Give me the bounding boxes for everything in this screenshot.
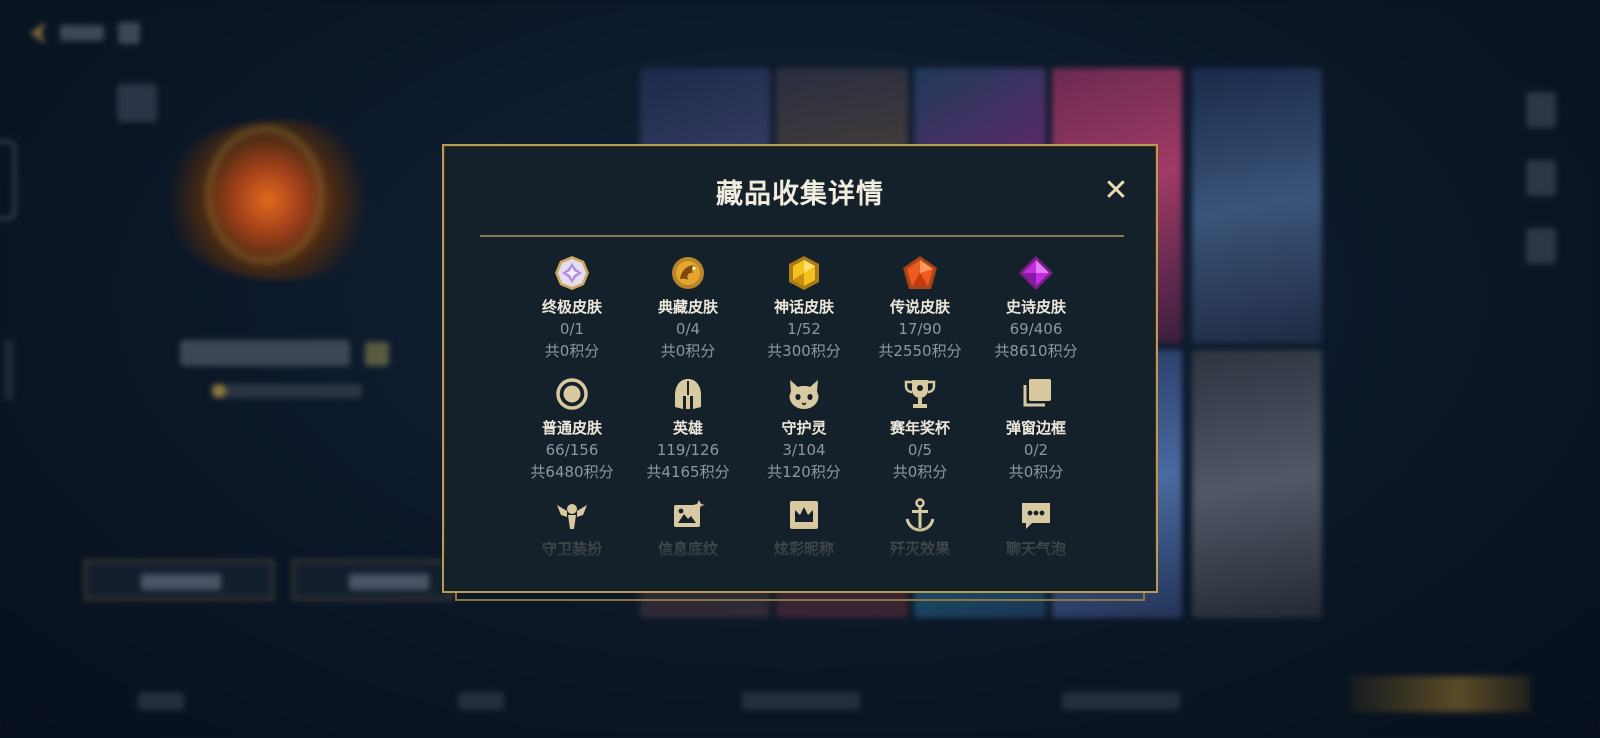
collection-item-popup-frame[interactable]: 弹窗边框 0/2 共0积分 <box>978 375 1094 482</box>
collection-item-ultimate-skin[interactable]: 终极皮肤 0/1 共0积分 <box>514 254 630 361</box>
season-trophy-icon <box>901 375 939 413</box>
item-count: 3/104 <box>782 441 826 459</box>
collection-item-colorful-nickname[interactable]: 炫彩昵称 <box>746 496 862 559</box>
ward-skin-icon <box>553 496 591 534</box>
chat-bubble-icon <box>1017 496 1055 534</box>
popup-frame-icon <box>1017 375 1055 413</box>
item-label: 传说皮肤 <box>889 298 950 316</box>
background-subtitle <box>212 384 362 398</box>
ultimate-skin-gem-icon <box>553 254 591 292</box>
collection-item-season-trophy[interactable]: 赛年奖杯 0/5 共0积分 <box>862 375 978 482</box>
background-topbar <box>30 18 170 48</box>
collection-grid: 终极皮肤 0/1 共0积分 典藏皮肤 0/4 共0积分 神话皮肤 1/52 共3… <box>514 254 1094 559</box>
collection-item-normal-skin[interactable]: 普通皮肤 66/156 共6480积分 <box>514 375 630 482</box>
collection-item-ace-effect[interactable]: 歼灭效果 <box>862 496 978 559</box>
item-count: 66/156 <box>545 441 599 459</box>
background-button-left <box>84 560 274 600</box>
item-points: 共6480积分 <box>530 463 614 481</box>
info-card-icon <box>669 496 707 534</box>
item-points: 共2550积分 <box>878 342 962 360</box>
item-points: 共0积分 <box>660 342 716 360</box>
collection-item-info-card[interactable]: 信息底纹 <box>630 496 746 559</box>
item-label: 终极皮肤 <box>541 298 602 316</box>
legendary-skin-gem-icon <box>901 254 939 292</box>
background-right-icon-1 <box>1526 92 1556 128</box>
background-name-badge <box>365 342 389 366</box>
back-arrow-icon <box>30 22 46 44</box>
item-count: 119/126 <box>656 441 720 459</box>
title-divider <box>480 235 1124 237</box>
item-label: 赛年奖杯 <box>889 419 950 437</box>
item-count: 17/90 <box>898 320 942 338</box>
collection-item-ward-skin[interactable]: 守卫装扮 <box>514 496 630 559</box>
background-bottom-tab-2 <box>458 692 504 710</box>
item-label: 聊天气泡 <box>1005 540 1066 558</box>
item-points: 共300积分 <box>767 342 841 360</box>
item-label: 神话皮肤 <box>773 298 834 316</box>
background-bottom-tab-4 <box>1062 692 1180 710</box>
background-vertical-text <box>4 340 14 400</box>
collection-item-chat-bubble[interactable]: 聊天气泡 <box>978 496 1094 559</box>
item-points: 共8610积分 <box>994 342 1078 360</box>
item-count: 69/406 <box>1009 320 1063 338</box>
collection-item-mythic-skin[interactable]: 神话皮肤 1/52 共300积分 <box>746 254 862 361</box>
background-emblem-frame <box>205 125 325 265</box>
item-label: 炫彩昵称 <box>773 540 834 558</box>
collection-item-guardian[interactable]: 守护灵 3/104 共120积分 <box>746 375 862 482</box>
item-label: 典藏皮肤 <box>657 298 718 316</box>
item-label: 守护灵 <box>781 419 827 437</box>
guardian-pet-icon <box>785 375 823 413</box>
item-points: 共0积分 <box>892 463 948 481</box>
item-points: 共120积分 <box>767 463 841 481</box>
background-bottom-tab-1 <box>138 692 184 710</box>
item-points: 共0积分 <box>1008 463 1064 481</box>
item-label: 普通皮肤 <box>541 419 602 437</box>
item-label: 歼灭效果 <box>889 540 950 558</box>
item-count: 0/1 <box>559 320 585 338</box>
normal-skin-circle-icon <box>553 375 591 413</box>
home-icon <box>118 22 140 44</box>
background-bottom-gold-button <box>1350 676 1530 712</box>
collection-item-hero[interactable]: 英雄 119/126 共4165积分 <box>630 375 746 482</box>
item-label: 信息底纹 <box>657 540 718 558</box>
background-side-frame <box>0 140 16 220</box>
background-small-icon <box>117 84 157 122</box>
colorful-nickname-icon <box>785 496 823 534</box>
background-right-icon-3 <box>1526 228 1556 264</box>
background-subtitle-dot <box>212 384 226 398</box>
item-count: 0/2 <box>1023 441 1049 459</box>
close-button[interactable]: ✕ <box>1098 172 1134 208</box>
modal-title: 藏品收集详情 <box>716 179 884 210</box>
background-button-right <box>292 560 452 600</box>
collection-item-legendary-skin[interactable]: 传说皮肤 17/90 共2550积分 <box>862 254 978 361</box>
collector-skin-dragon-icon <box>669 254 707 292</box>
item-label: 史诗皮肤 <box>1005 298 1066 316</box>
item-label: 英雄 <box>672 419 703 437</box>
item-label: 弹窗边框 <box>1005 419 1066 437</box>
mythic-skin-gem-icon <box>785 254 823 292</box>
epic-skin-gem-icon <box>1017 254 1055 292</box>
collection-item-epic-skin[interactable]: 史诗皮肤 69/406 共8610积分 <box>978 254 1094 361</box>
item-points: 共4165积分 <box>646 463 730 481</box>
item-label: 守卫装扮 <box>541 540 602 558</box>
back-label-placeholder <box>60 25 104 41</box>
item-points: 共0积分 <box>544 342 600 360</box>
item-count: 0/5 <box>907 441 933 459</box>
collection-details-modal: 藏品收集详情 ✕ 终极皮肤 0/1 共0积分 典藏皮肤 0/4 共0积分 神话皮… <box>442 144 1158 593</box>
item-count: 0/4 <box>675 320 701 338</box>
item-count: 1/52 <box>787 320 821 338</box>
hero-helmet-icon <box>669 375 707 413</box>
ace-effect-icon <box>901 496 939 534</box>
background-player-name <box>180 340 350 366</box>
background-right-icon-2 <box>1526 160 1556 196</box>
background-bottom-tab-3 <box>742 692 860 710</box>
collection-item-collector-skin[interactable]: 典藏皮肤 0/4 共0积分 <box>630 254 746 361</box>
